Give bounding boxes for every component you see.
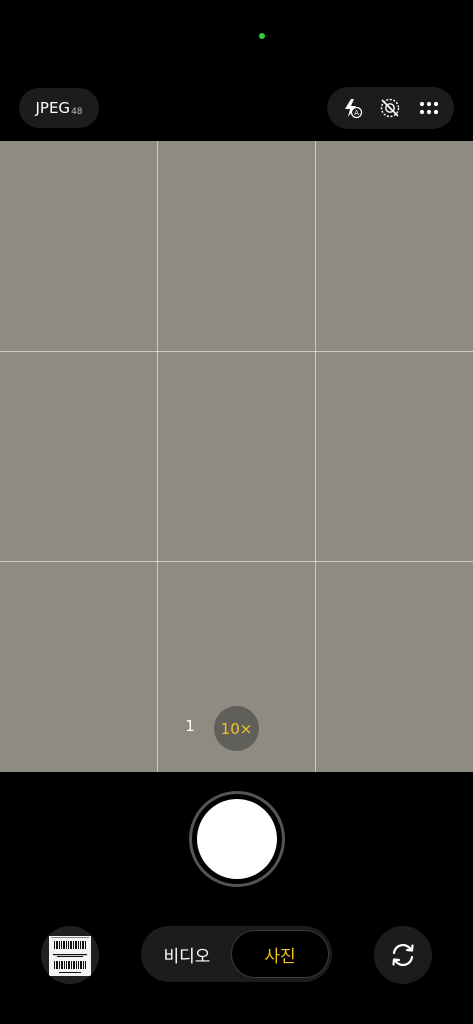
mode-video-tab[interactable]: 비디오 xyxy=(141,926,233,982)
more-options-icon[interactable] xyxy=(414,93,444,123)
flash-auto-icon[interactable]: A xyxy=(337,93,367,123)
camera-mode-switcher: 비디오 사진 xyxy=(141,926,332,982)
gallery-thumbnail[interactable] xyxy=(41,926,99,984)
switch-camera-button[interactable] xyxy=(374,926,432,984)
grid-line-horizontal xyxy=(0,351,473,352)
grid-line-vertical xyxy=(157,141,158,772)
camera-screen: JPEG 48 A 1 10× 비디오 사진 xyxy=(0,0,473,1024)
grid-line-horizontal xyxy=(0,561,473,562)
switch-camera-icon xyxy=(392,943,414,967)
format-megapixels: 48 xyxy=(71,107,83,117)
format-label: JPEG xyxy=(35,99,71,117)
camera-viewfinder[interactable] xyxy=(0,141,473,772)
zoom-1x-button[interactable]: 1 xyxy=(180,717,200,739)
zoom-10x-button[interactable]: 10× xyxy=(214,706,259,751)
gallery-preview-image xyxy=(41,926,99,984)
svg-text:A: A xyxy=(354,109,359,117)
quick-settings-bar: A xyxy=(327,87,454,129)
mode-photo-tab[interactable]: 사진 xyxy=(231,930,329,978)
privacy-indicator-dot xyxy=(259,33,265,39)
grid-line-vertical xyxy=(315,141,316,772)
shutter-inner xyxy=(197,799,277,879)
format-button[interactable]: JPEG 48 xyxy=(19,88,99,128)
shutter-button[interactable] xyxy=(189,791,285,887)
motion-photo-off-icon[interactable] xyxy=(375,93,405,123)
